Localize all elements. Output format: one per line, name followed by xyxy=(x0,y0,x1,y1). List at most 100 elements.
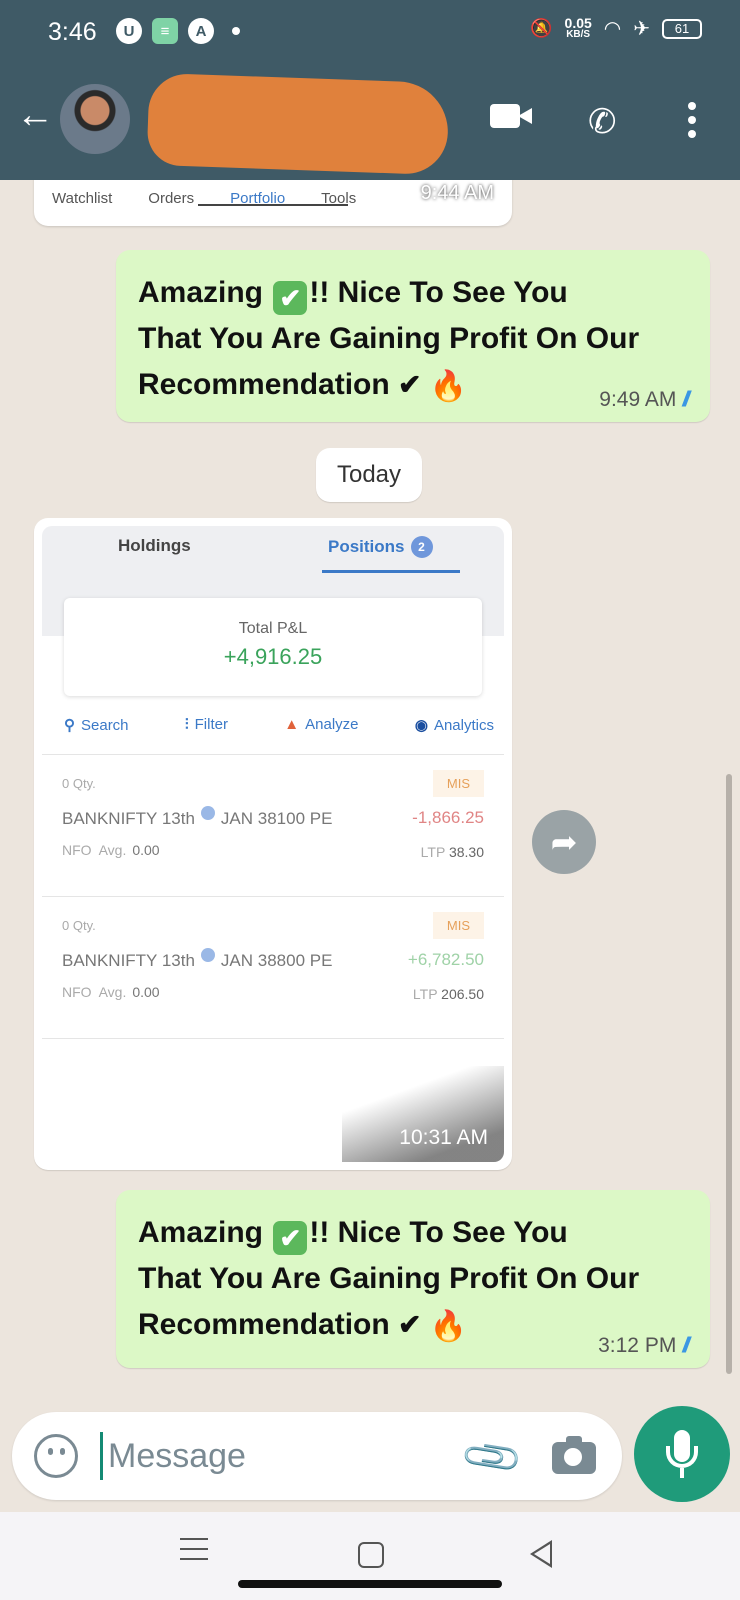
read-receipt-icon: // xyxy=(682,388,689,411)
chat-area[interactable]: Watchlist Orders Portfolio Tools 9:44 AM… xyxy=(0,180,740,1410)
forward-button[interactable]: ➦ xyxy=(532,810,596,874)
search-icon: ⚲ xyxy=(64,717,75,734)
text-segment: !! Nice To See You xyxy=(309,1216,568,1249)
heavy-check-icon: ✔ xyxy=(398,1309,422,1340)
outgoing-message[interactable]: Amazing ✔!! Nice To See You That You Are… xyxy=(116,250,710,422)
notification-icons: U ≡ A xyxy=(116,18,240,44)
mic-button[interactable] xyxy=(634,1406,730,1502)
video-call-icon[interactable] xyxy=(490,102,532,130)
system-nav-bar xyxy=(0,1512,740,1600)
position-exchange: NFO Avg. 0.00 xyxy=(62,984,160,1000)
analyze-icon: ▲ xyxy=(284,716,300,733)
check-mark-button-icon: ✔ xyxy=(273,1221,308,1255)
image-message[interactable]: Holdings Positions 2 Total P&L +4,916.25 … xyxy=(34,518,512,1170)
battery-icon: 61 xyxy=(662,18,702,39)
read-receipt-icon: // xyxy=(682,1334,689,1357)
filter-tool: ⫶ Filter xyxy=(185,716,228,734)
text-segment: Amazing xyxy=(138,276,272,309)
message-input[interactable] xyxy=(108,1428,438,1484)
gesture-home-bar[interactable] xyxy=(238,1580,502,1588)
position-name-b: JAN 38100 PE xyxy=(220,809,333,828)
analyze-tool: ▲ Analyze xyxy=(284,716,358,734)
message-text: Amazing ✔!! Nice To See You That You Are… xyxy=(138,1210,639,1350)
product-badge: MIS xyxy=(432,770,484,797)
top-bar: 3:46 U ≡ A 🔕 0.05 KB/S ◠ ✈ 61 ← ✆ xyxy=(0,0,740,180)
speed-value: 0.05 xyxy=(564,14,592,31)
tab-watchlist: Watchlist xyxy=(52,190,113,207)
position-pnl: -1,866.25 xyxy=(412,808,484,827)
home-square-icon[interactable] xyxy=(358,1542,384,1568)
mute-bell-icon: 🔕 xyxy=(530,18,553,38)
partial-image-message[interactable]: Watchlist Orders Portfolio Tools 9:44 AM xyxy=(34,180,512,226)
redacted-contact-name[interactable] xyxy=(146,72,450,176)
message-time: 3:12 PM xyxy=(598,1334,677,1357)
search-tool: ⚲ Search xyxy=(64,716,129,734)
avg-value: 0.00 xyxy=(132,842,160,858)
position-row: 0 Qty. BANKNIFTY 13th JAN 38100 PE NFO Av… xyxy=(42,756,504,896)
wifi-icon: ◠ xyxy=(603,18,622,40)
search-label: Search xyxy=(81,717,129,734)
app-a-icon: A xyxy=(188,18,214,44)
analytics-tool: ◉ Analytics xyxy=(415,716,494,734)
avg-label: Avg. xyxy=(98,984,127,1000)
attach-icon[interactable]: 📎 xyxy=(458,1423,526,1491)
more-vert-icon[interactable] xyxy=(688,102,698,138)
date-chip: Today xyxy=(316,448,422,502)
product-badge: MIS xyxy=(432,912,484,939)
message-time: 9:44 AM xyxy=(420,182,494,204)
exchange-label: NFO xyxy=(62,842,92,858)
voice-call-icon[interactable]: ✆ xyxy=(588,102,617,142)
position-name: BANKNIFTY 13th JAN 38100 PE xyxy=(62,806,332,829)
position-ltp: LTP 38.30 xyxy=(421,844,484,860)
message-text: Amazing ✔!! Nice To See You That You Are… xyxy=(138,270,639,410)
check-mark-button-icon: ✔ xyxy=(273,281,308,315)
position-name-b: JAN 38800 PE xyxy=(220,951,333,970)
fire-icon: 🔥 xyxy=(429,370,468,403)
scrollbar[interactable] xyxy=(726,774,732,1374)
filter-label: Filter xyxy=(194,716,228,733)
tab-orders: Orders xyxy=(148,190,195,207)
position-exchange: NFO Avg. 0.00 xyxy=(62,842,160,858)
mic-icon-base xyxy=(666,1446,698,1468)
position-qty: 0 Qty. xyxy=(62,918,96,933)
battery-level: 61 xyxy=(674,21,690,36)
message-time: 9:49 AM xyxy=(599,388,677,411)
position-name-a: BANKNIFTY 13th xyxy=(62,951,195,970)
back-arrow-icon[interactable]: ← xyxy=(16,96,54,134)
recents-menu-icon[interactable] xyxy=(180,1538,208,1568)
emoji-icon[interactable] xyxy=(34,1434,78,1478)
status-right: 🔕 0.05 KB/S ◠ ✈ 61 xyxy=(530,16,702,41)
tab-positions: Positions 2 xyxy=(328,536,433,558)
mic-icon-stem xyxy=(680,1468,684,1478)
toolbar: ⚲ Search ⫶ Filter ▲ Analyze ◉ Analytics xyxy=(64,716,494,734)
exchange-label: NFO xyxy=(62,984,92,1000)
more-notifications-dot xyxy=(232,27,240,35)
message-composer: 📎 xyxy=(12,1412,622,1500)
camera-icon[interactable] xyxy=(552,1436,596,1474)
nav-back-triangle-icon[interactable] xyxy=(530,1540,552,1568)
divider xyxy=(42,1038,504,1039)
analyze-label: Analyze xyxy=(305,716,359,733)
analytics-icon: ◉ xyxy=(414,717,428,734)
chat-header: ← ✆ xyxy=(0,64,740,180)
airplane-icon: ✈ xyxy=(633,18,650,40)
positions-count-badge: 2 xyxy=(410,536,433,558)
portfolio-screenshot[interactable]: Holdings Positions 2 Total P&L +4,916.25 … xyxy=(42,526,504,1162)
text-segment: Amazing xyxy=(138,1216,272,1249)
position-row: 0 Qty. BANKNIFTY 13th JAN 38800 PE NFO Av… xyxy=(42,898,504,1038)
tab-underline xyxy=(198,204,348,206)
network-speed: 0.05 KB/S xyxy=(564,14,592,41)
text-line: That You Are Gaining Profit On Our xyxy=(138,322,640,355)
outgoing-message[interactable]: Amazing ✔!! Nice To See You That You Are… xyxy=(116,1190,710,1368)
ltp-label: LTP xyxy=(420,844,446,860)
divider xyxy=(42,896,504,897)
text-segment: Recommendation xyxy=(138,1308,399,1341)
app-u-icon: U xyxy=(116,18,142,44)
avg-value: 0.00 xyxy=(132,984,160,1000)
avatar[interactable] xyxy=(60,84,130,154)
divider xyxy=(42,754,504,755)
message-time: 10:31 AM xyxy=(399,1126,488,1149)
position-name-a: BANKNIFTY 13th xyxy=(62,809,195,828)
ltp-value: 38.30 xyxy=(448,844,484,860)
tab-holdings: Holdings xyxy=(118,536,191,555)
